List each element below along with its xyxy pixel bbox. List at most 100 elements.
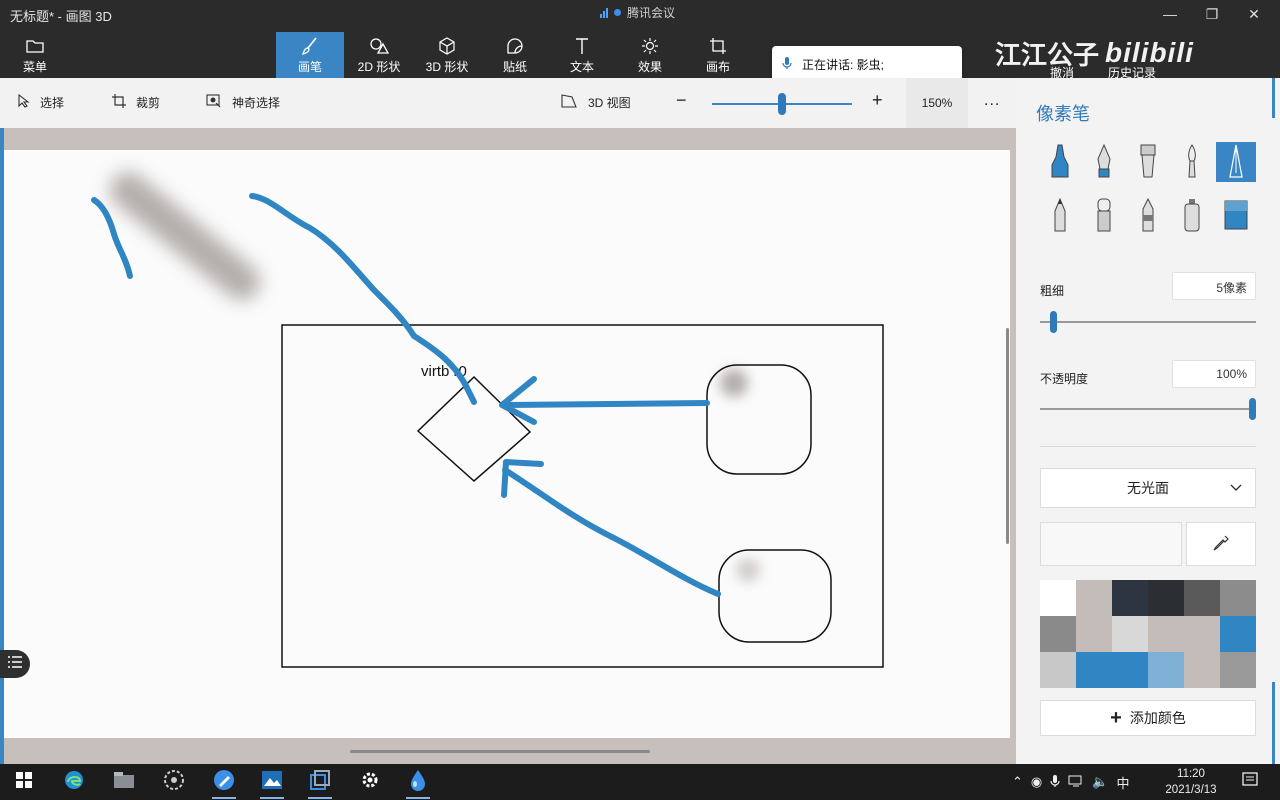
canvas-icon [709, 36, 727, 56]
microphone-icon[interactable] [1050, 774, 1060, 791]
tool-brushes[interactable]: 画笔 [276, 32, 344, 78]
opacity-input[interactable]: 100% [1172, 360, 1256, 388]
brush-eraser[interactable] [1084, 196, 1124, 236]
color-swatch[interactable] [1112, 580, 1148, 616]
taskbar-edge[interactable] [60, 768, 88, 796]
view-3d-button[interactable]: 3D 视图 [560, 94, 631, 111]
file-explorer-icon [113, 771, 135, 794]
workspace[interactable]: virtb r0 [0, 128, 1016, 764]
minimize-button[interactable]: — [1160, 4, 1180, 24]
microphone-icon [782, 56, 792, 73]
color-swatch[interactable] [1220, 580, 1256, 616]
taskbar-paint3d[interactable] [404, 768, 432, 799]
color-swatch[interactable] [1076, 580, 1112, 616]
brush-pencil[interactable] [1040, 196, 1080, 236]
tool-3d-shapes-label: 3D 形状 [425, 59, 469, 74]
color-swatch[interactable] [1220, 652, 1256, 688]
color-swatch[interactable] [1184, 616, 1220, 652]
clock-time: 11:20 [1177, 768, 1205, 780]
color-swatch[interactable] [1148, 616, 1184, 652]
color-swatch[interactable] [1076, 652, 1112, 688]
color-swatch[interactable] [1040, 580, 1076, 616]
zoom-in-button[interactable]: + [872, 90, 883, 111]
brush-calligraphy[interactable] [1084, 142, 1124, 182]
finish-dropdown[interactable]: 无光面 [1040, 468, 1256, 508]
add-color-label: 添加颜色 [1129, 710, 1186, 726]
tool-effects[interactable]: 效果 [628, 32, 672, 78]
zoom-level[interactable]: 150% [906, 78, 968, 128]
tool-3d-shapes[interactable]: 3D 形状 [418, 32, 476, 78]
paint-icon [213, 769, 235, 796]
add-color-button[interactable]: + 添加颜色 [1040, 700, 1256, 736]
drawing-layer[interactable]: virtb r0 [0, 150, 1010, 738]
color-swatch[interactable] [1076, 616, 1112, 652]
thickness-input[interactable]: 5像素 [1172, 272, 1256, 300]
clock[interactable]: 11:20 2021/3/13 [1160, 766, 1222, 798]
brush-fill[interactable] [1216, 196, 1256, 236]
color-swatch[interactable] [1148, 580, 1184, 616]
cursor-icon [18, 93, 30, 111]
network-icon[interactable] [1068, 774, 1084, 791]
notification-icon [1242, 771, 1258, 793]
brush-spray[interactable] [1172, 196, 1212, 236]
canvas[interactable]: virtb r0 [0, 150, 1010, 738]
spray-can-icon [1181, 197, 1203, 236]
marker-icon [1049, 143, 1071, 182]
restore-button[interactable]: ❐ [1202, 4, 1222, 24]
side-panel-handle[interactable] [0, 650, 30, 678]
rounded-square [718, 549, 832, 643]
opacity-slider[interactable] [1040, 408, 1256, 410]
color-swatch[interactable] [1220, 616, 1256, 652]
color-swatch[interactable] [1112, 652, 1148, 688]
taskbar-vm[interactable] [306, 768, 334, 799]
more-options-button[interactable]: ... [984, 92, 1000, 110]
chevron-up-icon[interactable]: ⌃ [1012, 774, 1023, 790]
vertical-scrollbar[interactable] [1006, 328, 1009, 544]
color-swatch[interactable] [1040, 616, 1076, 652]
opacity-slider-thumb[interactable] [1249, 398, 1256, 420]
ime-indicator[interactable]: 中 [1116, 773, 1129, 792]
brush-oil[interactable] [1128, 142, 1168, 182]
volume-icon[interactable]: 🔈 [1092, 774, 1108, 790]
meeting-dot-icon [614, 9, 621, 16]
color-swatch[interactable] [1148, 652, 1184, 688]
tool-text[interactable]: 文本 [560, 32, 604, 78]
taskbar-settings[interactable] [356, 768, 384, 796]
color-swatch[interactable] [1184, 652, 1220, 688]
select-button[interactable]: 选择 [18, 93, 64, 111]
eyedropper-button[interactable] [1186, 522, 1256, 566]
taskbar-file-explorer[interactable] [110, 768, 138, 796]
magic-select-button[interactable]: 神奇选择 [206, 94, 280, 111]
zoom-slider-thumb[interactable] [778, 93, 786, 115]
thickness-slider[interactable] [1040, 321, 1256, 323]
brush-pixel-pen[interactable] [1216, 142, 1256, 182]
zoom-out-button[interactable]: − [676, 90, 687, 111]
brush-marker[interactable] [1040, 142, 1080, 182]
brush-watercolor[interactable] [1172, 142, 1212, 182]
color-swatch[interactable] [1112, 616, 1148, 652]
photos-icon [261, 770, 283, 795]
taskbar-app-3[interactable] [160, 768, 188, 796]
horizontal-scrollbar[interactable] [350, 750, 650, 753]
tray-app-icon[interactable]: ◉ [1031, 774, 1042, 790]
eyedropper-icon [1213, 535, 1229, 554]
notifications-button[interactable] [1236, 768, 1264, 796]
pixel-pen-icon [1225, 143, 1247, 182]
meeting-indicator[interactable]: 腾讯会议 [600, 4, 675, 21]
signal-icon [600, 7, 608, 18]
tool-brushes-label: 画笔 [297, 59, 322, 74]
start-button[interactable] [10, 768, 38, 796]
tool-2d-shapes[interactable]: 2D 形状 [350, 32, 408, 78]
color-swatch[interactable] [1184, 580, 1220, 616]
brush-crayon[interactable] [1128, 196, 1168, 236]
menu-button[interactable]: 菜单 [12, 32, 58, 78]
window-title: 无标题* - 画图 3D [10, 9, 112, 24]
color-swatch[interactable] [1040, 652, 1076, 688]
close-button[interactable]: ✕ [1244, 4, 1264, 24]
taskbar-paint[interactable] [210, 768, 238, 799]
taskbar-photos[interactable] [258, 768, 286, 799]
thickness-slider-thumb[interactable] [1050, 311, 1058, 333]
crop-button[interactable]: 裁剪 [112, 94, 160, 111]
tool-stickers[interactable]: 贴纸 [490, 32, 540, 78]
tool-canvas[interactable]: 画布 [696, 32, 740, 78]
